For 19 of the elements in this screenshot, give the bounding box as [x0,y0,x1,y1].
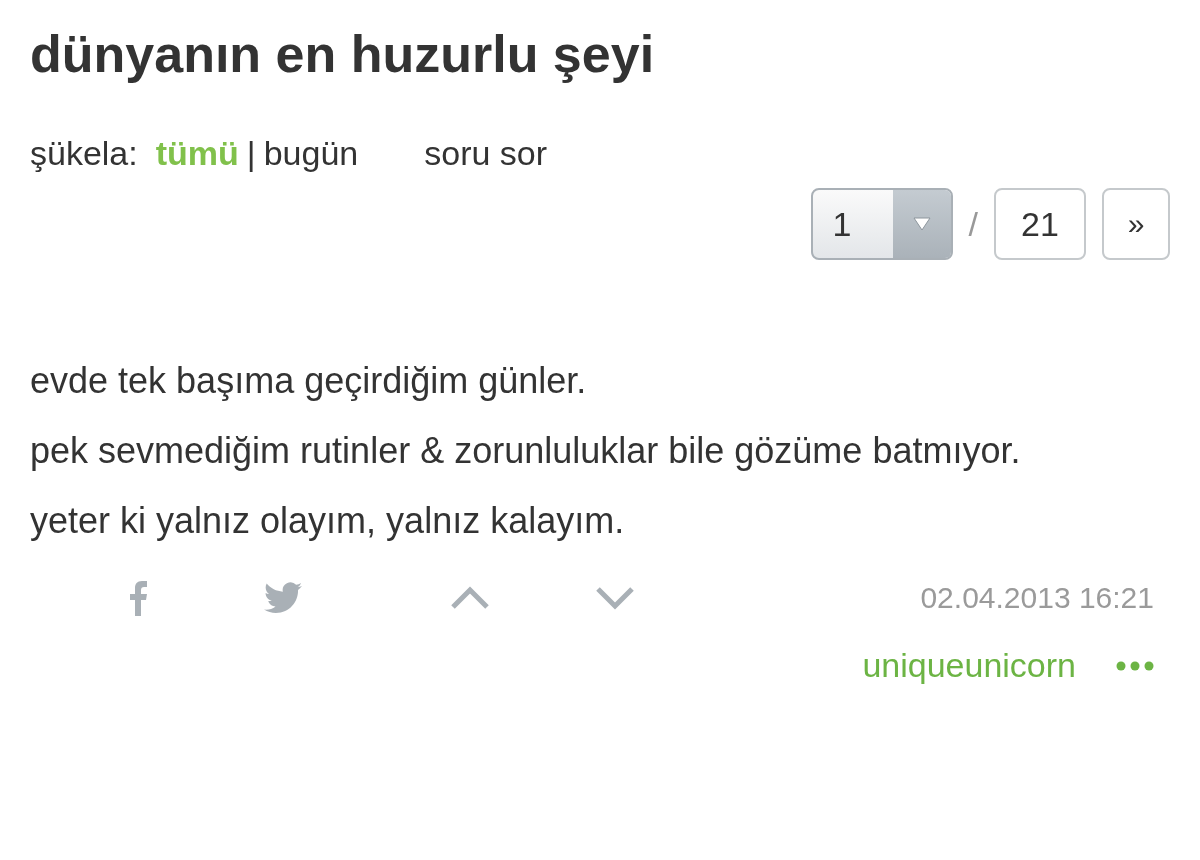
upvote-chevron-icon[interactable] [449,586,490,610]
entry-text: yeter ki yalnız olayım, yalnız kalayım. [30,499,626,543]
filter-link[interactable]: bugün [263,133,359,173]
page-title: dünyanın en huzurlu şeyi [30,24,656,85]
page-select[interactable]: 1 [810,188,953,260]
page-separator: / [968,204,978,244]
entry-text: evde tek başıma geçirdiğim günler. [30,359,588,403]
entry-text: pek sevmediğim rutinler & zorunluluklar bile gözüme batmıyor. [30,429,1022,473]
next-page-button[interactable]: » [1102,188,1170,260]
entry-date: 02.04.2013 16:21 [920,581,1154,615]
ask-link[interactable]: soru sor [424,133,548,173]
filter-label: şükela: [30,133,138,173]
facebook-icon[interactable] [127,580,148,616]
dropdown-arrow-icon [912,217,931,231]
total-pages: 21 [994,188,1086,260]
twitter-icon[interactable] [263,582,302,614]
more-options-icon[interactable] [1116,660,1154,671]
downvote-chevron-icon[interactable] [594,586,635,610]
separator: | [246,133,256,173]
